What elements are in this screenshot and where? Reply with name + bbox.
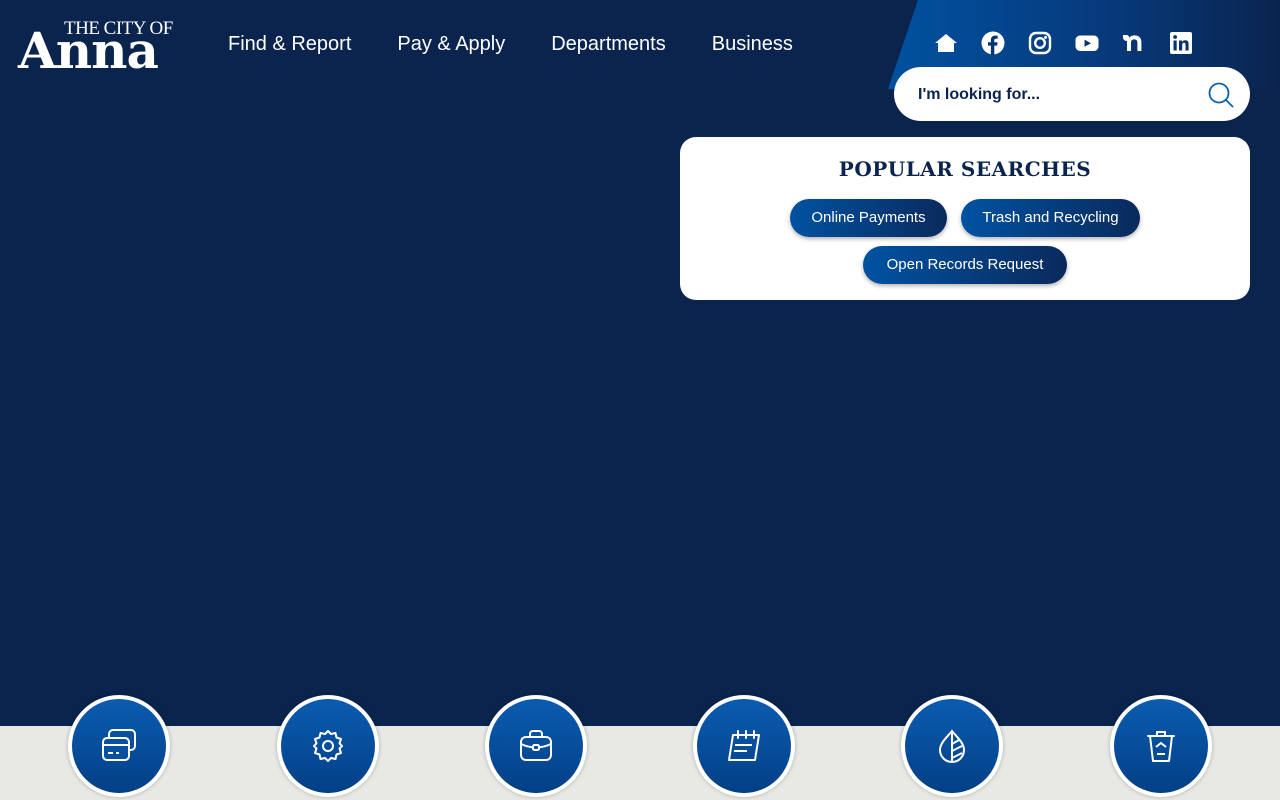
search-input[interactable]	[916, 83, 1200, 107]
calendar-icon	[728, 730, 760, 761]
quick-links-band	[0, 726, 1280, 800]
popular-open-records[interactable]: Open Records Request	[863, 246, 1067, 284]
quick-link-circle	[1114, 699, 1208, 793]
popular-online-payments[interactable]: Online Payments	[790, 199, 947, 237]
quick-link-calendar[interactable]	[693, 695, 795, 797]
main-nav: Find & Report Pay & Apply Departments Bu…	[205, 28, 816, 60]
instagram-icon[interactable]	[1028, 30, 1052, 56]
site-search	[894, 67, 1250, 121]
quick-link-circle	[697, 699, 791, 793]
quick-link-circle	[905, 699, 999, 793]
water-icon	[938, 729, 966, 763]
youtube-icon[interactable]	[1075, 30, 1099, 56]
popular-searches-panel: POPULAR SEARCHES Online Payments Trash a…	[680, 137, 1250, 300]
quick-link-water[interactable]	[901, 695, 1003, 797]
popular-searches-title: POPULAR SEARCHES	[838, 157, 1092, 181]
search-icon[interactable]	[1208, 82, 1234, 108]
facebook-icon[interactable]	[981, 30, 1005, 56]
quick-link-circle	[489, 699, 583, 793]
nextdoor-icon[interactable]	[1122, 30, 1146, 56]
trash-icon	[1147, 731, 1175, 762]
nav-departments[interactable]: Departments	[528, 28, 689, 60]
quick-link-jobs[interactable]	[485, 695, 587, 797]
nav-find-report[interactable]: Find & Report	[205, 28, 374, 60]
quick-link-payments[interactable]	[68, 695, 170, 797]
social-links	[934, 30, 1193, 56]
quick-link-trash[interactable]	[1110, 695, 1212, 797]
payments-icon	[102, 729, 136, 761]
nav-pay-apply[interactable]: Pay & Apply	[374, 28, 528, 60]
quick-link-circle	[281, 699, 375, 793]
quick-link-services[interactable]	[277, 695, 379, 797]
services-icon	[313, 730, 343, 762]
home-icon[interactable]	[934, 30, 958, 56]
linkedin-icon[interactable]	[1169, 30, 1193, 56]
popular-trash-recycling[interactable]: Trash and Recycling	[961, 199, 1140, 237]
jobs-icon	[520, 730, 552, 761]
logo-name: Anna	[18, 21, 159, 80]
city-logo[interactable]: THE CITY OF Anna	[18, 18, 186, 76]
nav-business[interactable]: Business	[689, 28, 816, 60]
quick-link-circle	[72, 699, 166, 793]
